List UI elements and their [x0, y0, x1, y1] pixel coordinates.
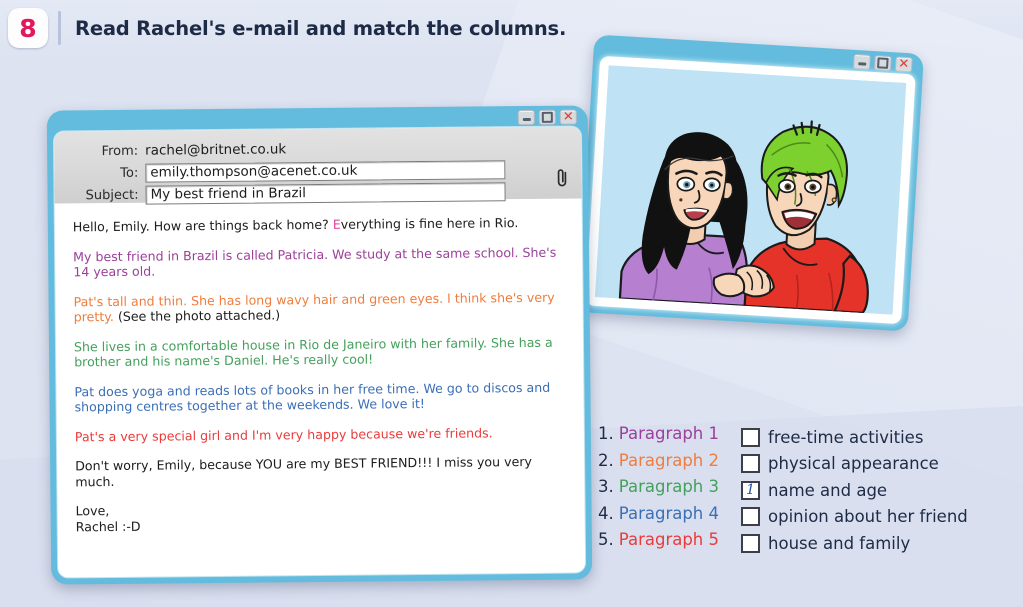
subject-label: Subject:: [85, 187, 139, 203]
minimize-icon[interactable]: [517, 109, 535, 125]
close-icon[interactable]: ✕: [559, 109, 577, 125]
list-item: 2. Paragraph 2: [598, 451, 719, 478]
subject-value: My best friend in Brazil: [150, 185, 307, 203]
to-label: To:: [120, 165, 139, 181]
answer-checkbox[interactable]: 1: [741, 480, 761, 500]
item-label: Paragraph 4: [618, 503, 720, 523]
exercise-header: 8 Read Rachel's e-mail and match the col…: [0, 0, 1023, 56]
email-window[interactable]: ✕ From: rachel@britnet.co.uk To: emily.t…: [46, 105, 593, 585]
answer-checkbox[interactable]: [741, 533, 761, 553]
item-index: 5.: [598, 530, 614, 549]
from-value: rachel@britnet.co.uk: [145, 141, 287, 159]
email-message-body: Hello, Emily. How are things back home? …: [55, 198, 585, 534]
list-item: 1 name and age: [741, 477, 968, 504]
greeting-highlight-letter: E: [332, 216, 341, 232]
photo-window[interactable]: ✕: [578, 34, 924, 332]
email-paragraph-3: She lives in a comfortable house in Rio …: [73, 334, 553, 370]
photo-frame: [585, 55, 916, 325]
item-label: name and age: [768, 480, 888, 500]
answer-checkbox[interactable]: [741, 427, 761, 447]
exercise-number: 8: [19, 13, 37, 43]
close-icon[interactable]: ✕: [894, 55, 913, 72]
match-columns-exercise: 1. Paragraph 1 2. Paragraph 2 3. Paragra…: [598, 424, 968, 557]
email-greeting: Hello, Emily. How are things back home? …: [73, 215, 564, 235]
greeting-text-1: Hello, Emily. How are things back home?: [72, 216, 333, 235]
two-girls-photo: [594, 65, 907, 315]
item-label: Paragraph 2: [618, 450, 720, 470]
list-item: house and family: [741, 530, 968, 557]
list-item: physical appearance: [741, 451, 968, 478]
list-item: 5. Paragraph 5: [598, 530, 719, 557]
maximize-icon[interactable]: [873, 54, 892, 71]
answer-checkbox[interactable]: [741, 454, 761, 474]
item-label: opinion about her friend: [768, 507, 968, 527]
answer-checkbox[interactable]: [741, 507, 761, 527]
email-signoff: Love, Rachel :-D: [76, 499, 567, 535]
item-label: house and family: [768, 533, 911, 553]
email-header-fields: From: rachel@britnet.co.uk To: emily.tho…: [53, 126, 582, 205]
item-label: Paragraph 1: [618, 424, 720, 443]
item-index: 4.: [598, 503, 614, 523]
header-divider: [58, 11, 61, 45]
email-window-controls: ✕: [517, 109, 577, 125]
exercise-number-badge: 8: [8, 8, 48, 48]
to-row: To: emily.thompson@acenet.co.uk: [60, 159, 569, 184]
photo-window-controls: ✕: [852, 53, 913, 72]
greeting-text-2: verything is fine here in Rio.: [340, 215, 519, 232]
to-input[interactable]: emily.thompson@acenet.co.uk: [145, 159, 506, 183]
signoff-line-1: Love,: [75, 503, 110, 519]
paperclip-icon[interactable]: [555, 168, 569, 188]
to-value: emily.thompson@acenet.co.uk: [150, 162, 358, 181]
subject-input[interactable]: My best friend in Brazil: [145, 181, 506, 205]
list-item: opinion about her friend: [741, 504, 968, 531]
item-index: 1.: [598, 424, 614, 443]
from-row: From: rachel@britnet.co.uk: [60, 137, 569, 162]
answer-value: 1: [746, 482, 755, 499]
email-paragraph-1: My best friend in Brazil is called Patri…: [73, 244, 557, 280]
email-paragraph-4: Pat does yoga and reads lots of books in…: [74, 379, 551, 415]
list-item: 4. Paragraph 4: [598, 504, 719, 531]
minimize-icon[interactable]: [852, 53, 871, 70]
maximize-icon[interactable]: [538, 109, 556, 125]
match-right-column: free-time activities physical appearance…: [741, 424, 968, 557]
item-label: free-time activities: [768, 427, 924, 447]
signoff-line-2: Rachel :-D: [75, 518, 141, 534]
item-index: 2.: [598, 450, 614, 470]
email-closing: Don't worry, Emily, because YOU are my B…: [75, 453, 532, 489]
from-label: From:: [101, 143, 139, 159]
exercise-instruction: Read Rachel's e-mail and match the colum…: [75, 16, 567, 40]
item-label: Paragraph 5: [618, 530, 720, 549]
list-item: 3. Paragraph 3: [598, 477, 719, 504]
email-body: From: rachel@britnet.co.uk To: emily.tho…: [53, 126, 586, 578]
match-left-column: 1. Paragraph 1 2. Paragraph 2 3. Paragra…: [598, 424, 719, 557]
item-label: physical appearance: [768, 454, 939, 474]
list-item: 1. Paragraph 1: [598, 424, 719, 451]
paragraph-2-note: (See the photo attached.): [113, 307, 281, 324]
list-item: free-time activities: [741, 424, 968, 451]
email-paragraph-5: Pat's a very special girl and I'm very h…: [74, 424, 493, 444]
email-paragraph-2: Pat's tall and thin. She has long wavy h…: [73, 289, 564, 325]
item-label: Paragraph 3: [618, 477, 720, 496]
item-index: 3.: [598, 477, 614, 496]
